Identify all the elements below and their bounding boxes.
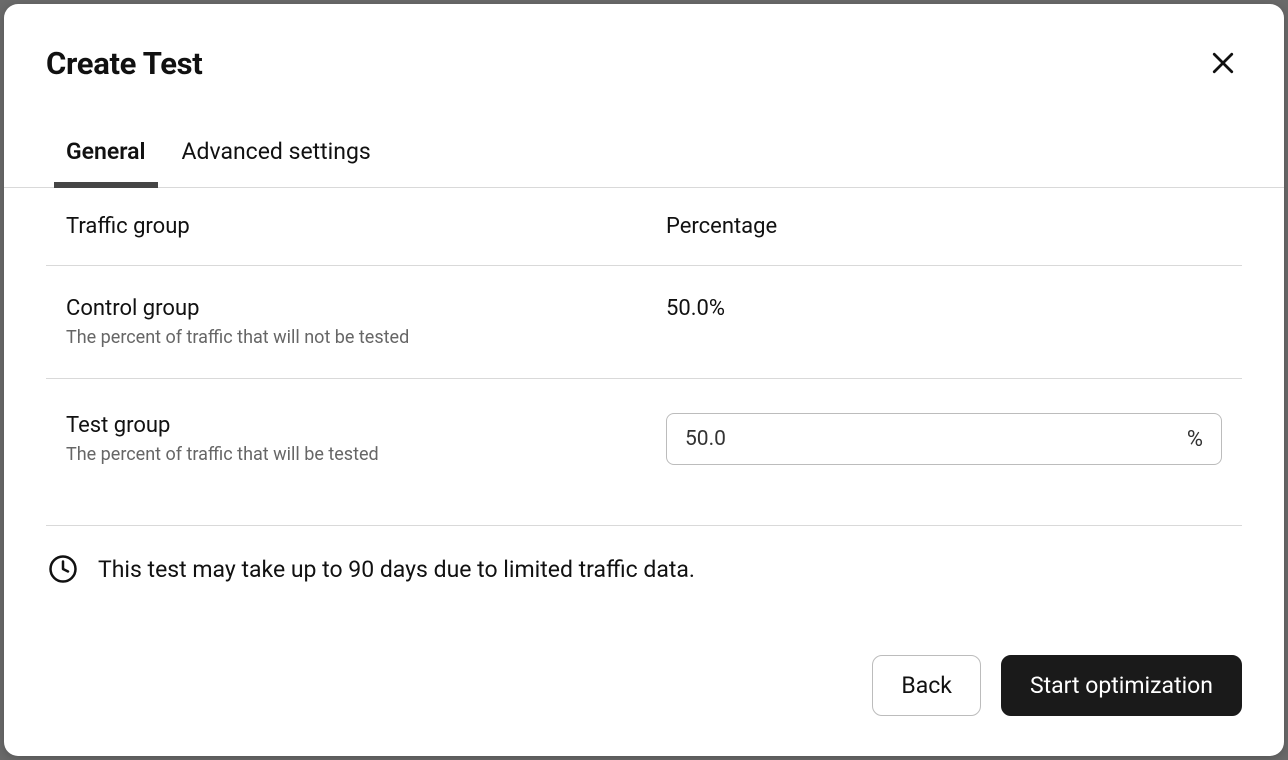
- duration-notice-text: This test may take up to 90 days due to …: [98, 556, 695, 583]
- test-group-row: Test group The percent of traffic that w…: [46, 379, 1242, 526]
- close-button[interactable]: [1204, 44, 1242, 82]
- tab-advanced-settings[interactable]: Advanced settings: [182, 138, 371, 187]
- modal-header: Create Test: [4, 4, 1284, 82]
- control-group-title: Control group: [66, 296, 666, 321]
- duration-notice: This test may take up to 90 days due to …: [46, 526, 1242, 612]
- column-header-traffic-group: Traffic group: [66, 214, 666, 239]
- tab-general[interactable]: General: [66, 138, 146, 187]
- modal-content: Traffic group Percentage Control group T…: [4, 188, 1284, 612]
- control-group-percentage: 50.0%: [666, 296, 1222, 321]
- control-group-row: Control group The percent of traffic tha…: [46, 266, 1242, 379]
- test-group-input-wrapper: %: [666, 413, 1222, 465]
- create-test-modal: Create Test General Advanced settings Tr…: [4, 4, 1284, 756]
- modal-footer: Back Start optimization: [4, 655, 1284, 756]
- test-group-desc: The percent of traffic that will be test…: [66, 444, 666, 465]
- percent-suffix: %: [1187, 427, 1203, 452]
- control-group-desc: The percent of traffic that will not be …: [66, 327, 666, 348]
- back-button[interactable]: Back: [872, 655, 981, 716]
- close-icon: [1208, 48, 1238, 78]
- test-group-percentage-input[interactable]: [685, 427, 1179, 451]
- test-group-title: Test group: [66, 413, 666, 438]
- start-optimization-button[interactable]: Start optimization: [1001, 655, 1242, 716]
- table-header-row: Traffic group Percentage: [46, 188, 1242, 266]
- clock-icon: [48, 554, 78, 584]
- modal-title: Create Test: [46, 45, 202, 82]
- column-header-percentage: Percentage: [666, 214, 1222, 239]
- tabs: General Advanced settings: [4, 138, 1284, 188]
